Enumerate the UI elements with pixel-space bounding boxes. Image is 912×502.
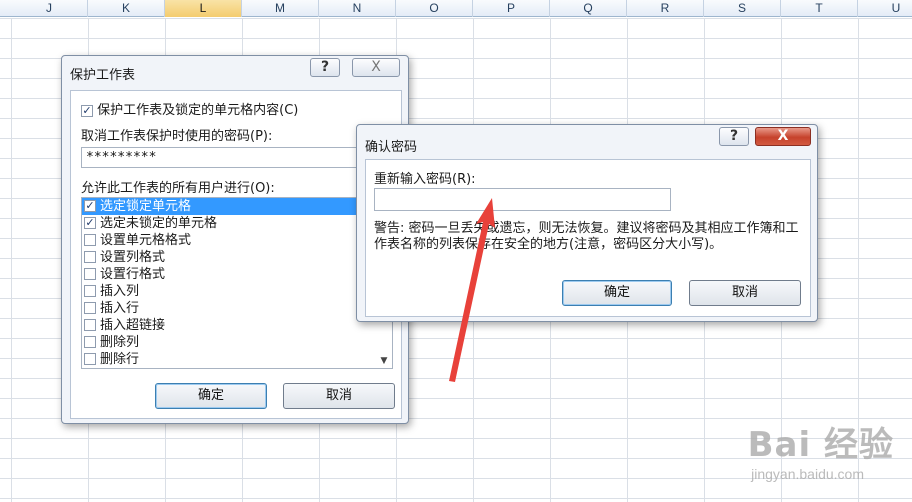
close-icon: X — [371, 59, 381, 75]
permission-label: 删除行 — [100, 352, 140, 367]
watermark-logo: Bai 经验 — [747, 425, 894, 465]
cancel-button[interactable]: 取消 — [283, 383, 395, 409]
permission-label: 删除列 — [100, 335, 140, 350]
column-header-s[interactable]: S — [704, 0, 781, 17]
ok-button[interactable]: 确定 — [562, 280, 672, 306]
permission-label: 设置列格式 — [100, 250, 166, 265]
permission-label: 设置单元格格式 — [100, 233, 192, 248]
password-label: 取消工作表保护时使用的密码(P): — [81, 129, 273, 144]
permission-label: 插入行 — [100, 301, 140, 316]
list-item[interactable]: 设置行格式 — [82, 266, 392, 283]
column-header-l[interactable]: L — [165, 0, 242, 17]
column-header-k[interactable]: K — [88, 0, 165, 17]
permissions-list[interactable]: ✓ 选定锁定单元格 ✓ 选定未锁定的单元格 设置单元格格式 设置列格式 设置行格式 … — [81, 197, 393, 369]
permission-checkbox[interactable] — [84, 233, 96, 246]
permission-checkbox[interactable] — [84, 267, 96, 280]
permission-label: 选定未锁定的单元格 — [100, 216, 218, 231]
permission-checkbox[interactable] — [84, 318, 96, 331]
column-header-n[interactable]: N — [319, 0, 396, 17]
cancel-button[interactable]: 取消 — [689, 280, 801, 306]
close-icon: X — [777, 128, 789, 144]
dialog-title: 确认密码 — [365, 140, 418, 155]
list-item[interactable]: 插入行 — [82, 300, 392, 317]
help-button[interactable]: ? — [310, 58, 340, 77]
scroll-down-icon[interactable]: ▼ — [378, 356, 390, 366]
column-header-p[interactable]: P — [473, 0, 550, 17]
column-header-q[interactable]: Q — [550, 0, 627, 17]
confirm-password-dialog: 确认密码 ? X 重新输入密码(R): 警告: 密码一旦丢失或遗忘，则无法恢复。… — [356, 124, 818, 322]
permission-checkbox[interactable] — [84, 301, 96, 314]
close-button[interactable]: X — [352, 58, 400, 77]
confirm-password-input[interactable] — [374, 188, 671, 211]
list-item[interactable]: 设置列格式 — [82, 249, 392, 266]
dialog-title: 保护工作表 — [70, 68, 136, 83]
column-header-j[interactable]: J — [11, 0, 88, 17]
allow-users-label: 允许此工作表的所有用户进行(O): — [81, 181, 275, 196]
protect-contents-checkbox[interactable]: ✓ — [81, 104, 93, 117]
column-header-bar: J K L M N O P Q R S T U — [0, 0, 912, 17]
close-button[interactable]: X — [755, 127, 811, 146]
permission-checkbox[interactable] — [84, 352, 96, 365]
column-header-u[interactable]: U — [858, 0, 912, 17]
password-input[interactable]: ********* — [81, 147, 393, 168]
reenter-password-label: 重新输入密码(R): — [374, 172, 476, 187]
permission-label: 选定锁定单元格 — [100, 199, 192, 214]
column-header-o[interactable]: O — [396, 0, 473, 17]
list-item[interactable]: 删除列 — [82, 334, 392, 351]
permission-checkbox[interactable] — [84, 335, 96, 348]
list-item[interactable]: ✓ 选定未锁定的单元格 — [82, 215, 392, 232]
permission-label: 设置行格式 — [100, 267, 166, 282]
list-item[interactable]: 插入超链接 — [82, 317, 392, 334]
permission-checkbox[interactable]: ✓ — [84, 199, 96, 212]
permission-checkbox[interactable] — [84, 284, 96, 297]
watermark-url: jingyan.baidu.com — [751, 466, 864, 482]
list-item[interactable]: ✓ 选定锁定单元格 — [82, 198, 392, 215]
help-icon: ? — [320, 59, 330, 75]
list-item[interactable]: 设置单元格格式 — [82, 232, 392, 249]
column-header-m[interactable]: M — [242, 0, 319, 17]
ok-button[interactable]: 确定 — [155, 383, 267, 409]
permission-checkbox[interactable]: ✓ — [84, 216, 96, 229]
warning-text: 警告: 密码一旦丢失或遗忘，则无法恢复。建议将密码及其相应工作簿和工作表名称的列… — [374, 221, 799, 252]
column-header-t[interactable]: T — [781, 0, 858, 17]
permission-label: 插入超链接 — [100, 318, 166, 333]
protect-contents-checkbox-row[interactable]: ✓ 保护工作表及锁定的单元格内容(C) — [81, 99, 298, 118]
list-item[interactable]: 删除行 — [82, 351, 392, 368]
column-header-r[interactable]: R — [627, 0, 704, 17]
permission-checkbox[interactable] — [84, 250, 96, 263]
permission-label: 插入列 — [100, 284, 140, 299]
protect-contents-label: 保护工作表及锁定的单元格内容(C) — [97, 103, 299, 118]
list-item[interactable]: 插入列 — [82, 283, 392, 300]
help-icon: ? — [729, 128, 739, 144]
dialog-body: ✓ 保护工作表及锁定的单元格内容(C) 取消工作表保护时使用的密码(P): **… — [70, 90, 402, 419]
dialog-body: 重新输入密码(R): 警告: 密码一旦丢失或遗忘，则无法恢复。建议将密码及其相应… — [365, 159, 811, 317]
watermark: Bai 经验 jingyan.baidu.com — [748, 417, 894, 482]
help-button[interactable]: ? — [719, 127, 749, 146]
